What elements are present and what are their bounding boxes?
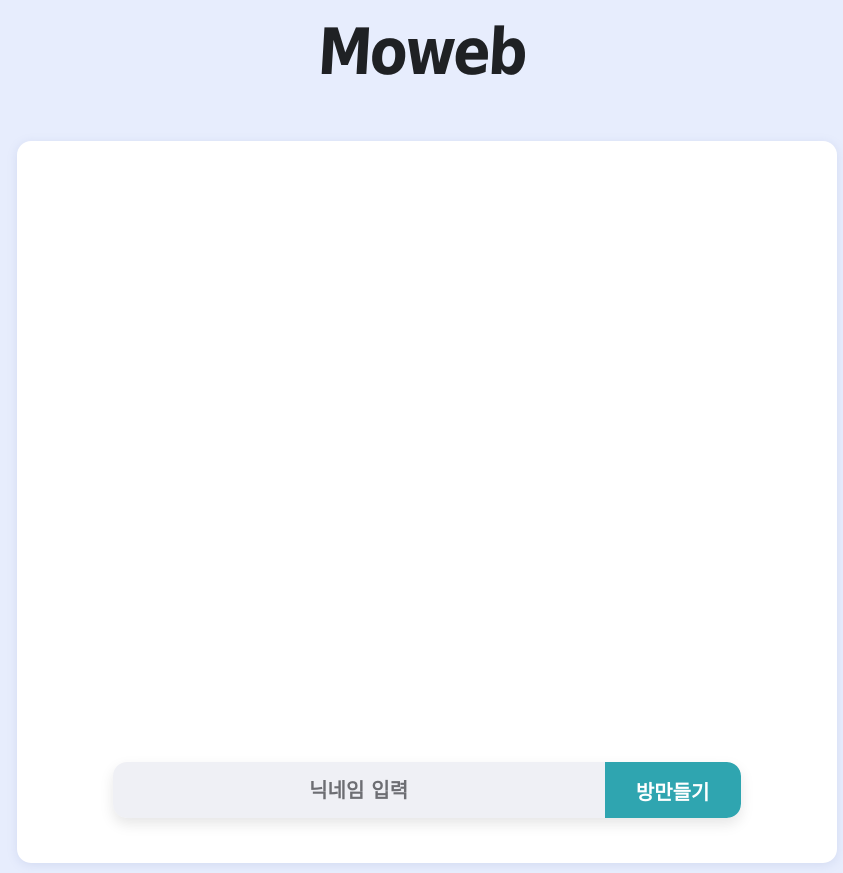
create-room-button[interactable]: 방만들기 <box>605 762 741 818</box>
page: Moweb 방만들기 <box>0 0 843 873</box>
logo: Moweb <box>0 8 843 98</box>
logo-text: Moweb <box>315 16 528 90</box>
join-form: 방만들기 <box>113 762 741 818</box>
nickname-input[interactable] <box>113 762 605 818</box>
main-card: 방만들기 <box>17 141 837 863</box>
